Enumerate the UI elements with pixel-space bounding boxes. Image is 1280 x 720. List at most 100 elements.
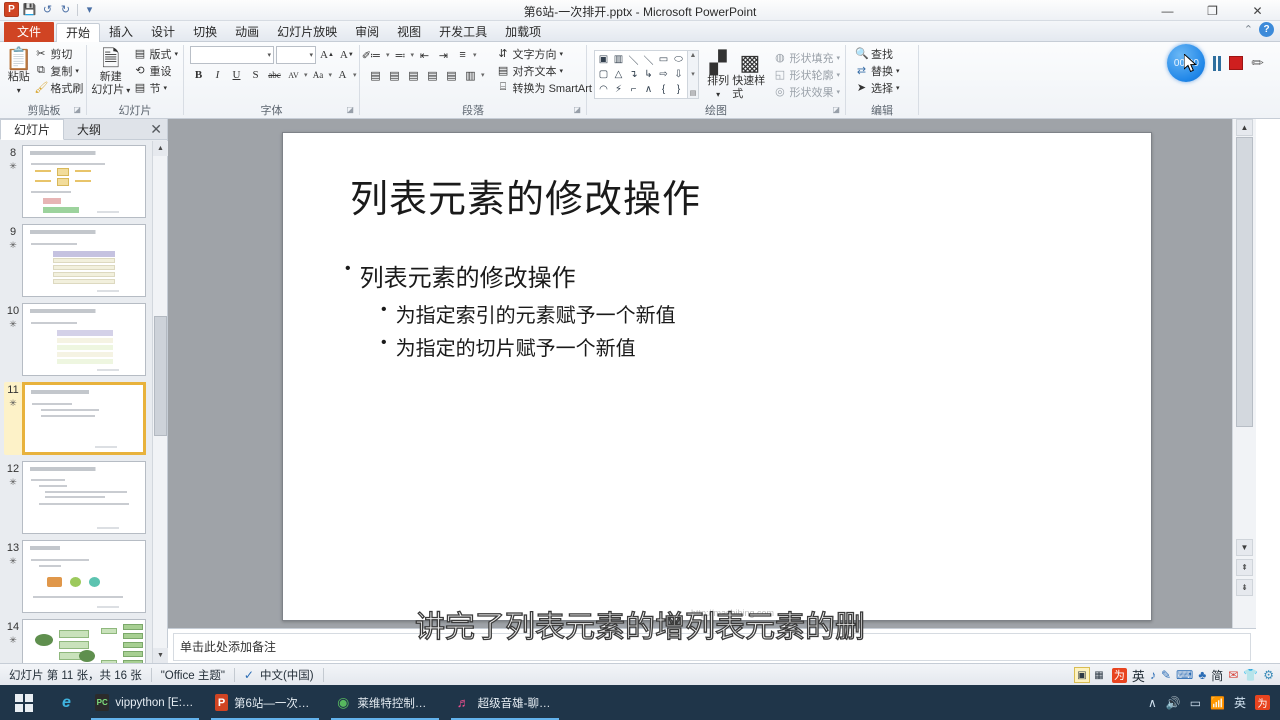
tab-addins[interactable]: 加载项 [496, 22, 550, 42]
shape-item[interactable]: ◠ [596, 82, 611, 97]
align-right-button[interactable]: ▤ [405, 67, 422, 84]
list-item[interactable]: 10 ✳ [4, 303, 153, 376]
collapse-ribbon-icon[interactable]: ⌃ [1244, 23, 1253, 36]
next-slide-button[interactable]: ⇟ [1236, 579, 1253, 596]
previous-slide-button[interactable]: ⇞ [1236, 559, 1253, 576]
list-item[interactable]: 12 ✳ [4, 461, 153, 534]
taskbar-item-leivite[interactable]: ◉ 莱维特控制中心 [325, 685, 445, 720]
reset-button[interactable]: ⟲ 重设 [131, 62, 180, 79]
shape-item[interactable]: ∧ [641, 82, 656, 97]
font-color-button[interactable]: A [334, 67, 351, 84]
numbering-arrow[interactable]: ▾ [411, 51, 415, 59]
shape-item[interactable]: ▣ [596, 52, 611, 67]
shape-item[interactable]: ▭ [656, 52, 671, 67]
underline-button[interactable]: U [228, 67, 245, 84]
canvas-scrollbar[interactable]: ▲ ▼ ⇞ ⇟ [1232, 119, 1256, 628]
thumbnail-scroll-thumb[interactable] [154, 316, 167, 436]
ime-keyboard-icon[interactable]: ⌨ [1176, 668, 1193, 682]
shape-item[interactable]: ▢ [596, 67, 611, 82]
canvas-scroll-down-icon[interactable]: ▼ [1236, 539, 1253, 556]
bullets-arrow[interactable]: ▾ [386, 51, 390, 59]
paste-dropdown-arrow[interactable]: ▾ [17, 84, 21, 97]
slide-body[interactable]: • 列表元素的修改操作 • 为指定索引的元素赋予一个新值 • 为指定的切片赋予一… [345, 258, 1105, 365]
shapes-gallery-more-icon[interactable]: ▤ [690, 89, 697, 97]
view-normal-button[interactable]: ▣ [1073, 667, 1090, 683]
shape-item[interactable]: ⚡ [611, 82, 626, 97]
strikethrough-button[interactable]: abc [266, 67, 283, 84]
drawing-dialog-launcher-icon[interactable]: ◪ [832, 103, 840, 117]
sogou-ime-logo-icon[interactable]: 为 [1111, 667, 1127, 683]
bold-button[interactable]: B [190, 67, 207, 84]
tray-expand-icon[interactable]: ∧ [1148, 696, 1157, 710]
shapes-gallery-scroll[interactable]: ▲ ▾ ▤ [688, 50, 699, 99]
align-text-button[interactable]: ▤ 对齐文本 ▾ [495, 62, 601, 79]
tab-file[interactable]: 文件 [4, 22, 55, 42]
shrink-font-button[interactable]: A ▼ [338, 47, 356, 64]
slide-thumbnail[interactable] [22, 145, 146, 218]
display-icon[interactable]: ▭ [1190, 696, 1201, 710]
tab-developer[interactable]: 开发工具 [430, 22, 496, 42]
change-case-arrow[interactable]: ▾ [329, 71, 333, 79]
decrease-indent-button[interactable]: ⇤ [416, 47, 433, 64]
tab-view[interactable]: 视图 [388, 22, 430, 42]
shape-outline-arrow[interactable]: ▾ [836, 71, 840, 79]
layout-button[interactable]: ▤ 版式 ▾ [131, 45, 180, 62]
thumbnail-scroll-down-icon[interactable]: ▼ [153, 648, 168, 663]
character-spacing-arrow[interactable]: ▾ [304, 71, 308, 79]
shape-item[interactable]: ↴ [626, 67, 641, 82]
text-shadow-button[interactable]: S [247, 67, 264, 84]
shape-outline-button[interactable]: ◱ 形状轮廓 ▾ [771, 66, 842, 83]
convert-smartart-button[interactable]: ⌸ 转换为 SmartArt ▾ [495, 79, 601, 96]
help-icon[interactable]: ? [1259, 22, 1274, 37]
shape-item[interactable]: ＼ [641, 52, 656, 67]
align-center-button[interactable]: ▤ [386, 67, 403, 84]
italic-button[interactable]: I [209, 67, 226, 84]
columns-button[interactable]: ▥ [462, 67, 479, 84]
taskbar-item-edge[interactable]: e [48, 685, 85, 720]
shape-item[interactable]: ▥ [611, 52, 626, 67]
ime-simplified-label[interactable]: 简 [1211, 667, 1223, 684]
new-slide-dropdown-arrow[interactable]: ▾ [126, 84, 130, 97]
shapes-gallery[interactable]: ▣ ▥ ＼ ＼ ▭ ⬭ ▢ △ ↴ ↳ ⇨ ⇩ ◠ ⚡ ⌐ ∧ {} [594, 50, 688, 99]
recording-pen-icon[interactable]: ✏ [1251, 54, 1264, 72]
volume-icon[interactable]: 🔊 [1166, 696, 1181, 710]
slide-thumbnail[interactable] [22, 303, 146, 376]
shape-item[interactable]: { [656, 82, 671, 97]
ime-skin-icon[interactable]: 👕 [1243, 668, 1258, 682]
increase-indent-button[interactable]: ⇥ [435, 47, 452, 64]
copy-button[interactable]: ⧉ 复制 ▾ [32, 62, 85, 79]
clipboard-dialog-launcher-icon[interactable]: ◪ [73, 103, 81, 117]
ribbon-tabs[interactable]: 文件 开始 插入 设计 切换 动画 幻灯片放映 审阅 视图 开发工具 加载项 [0, 21, 1280, 43]
layout-dropdown-arrow[interactable]: ▾ [174, 50, 178, 58]
network-icon[interactable]: 📶 [1210, 696, 1225, 710]
shapes-scroll-dot-icon[interactable]: ▾ [691, 70, 695, 78]
ime-handwriting-icon[interactable]: ✎ [1161, 668, 1171, 682]
recording-stop-button[interactable] [1229, 56, 1244, 70]
ime-mail-icon[interactable]: ✉ [1228, 668, 1238, 682]
tab-slides-panel[interactable]: 幻灯片 [0, 119, 65, 140]
text-direction-button[interactable]: ⇵ 文字方向 ▾ [495, 45, 601, 62]
recording-pause-button[interactable] [1213, 55, 1222, 71]
taskbar-item-powerpoint[interactable]: P 第6站—一次排开.p... [205, 685, 325, 720]
maximize-button[interactable]: ❐ [1190, 0, 1235, 21]
list-item[interactable]: 8 ✳ [4, 145, 153, 218]
list-item[interactable]: 11 ✳ [4, 382, 153, 455]
find-button[interactable]: 🔍 查找 [853, 45, 902, 62]
thumbnail-scrollbar[interactable]: ▲ ▼ [152, 141, 168, 663]
section-dropdown-arrow[interactable]: ▾ [163, 84, 167, 92]
change-case-button[interactable]: Aa [310, 67, 327, 84]
columns-arrow[interactable]: ▾ [481, 71, 485, 79]
canvas-scroll-up-icon[interactable]: ▲ [1236, 119, 1253, 136]
font-name-dropdown-arrow[interactable]: ▾ [267, 51, 271, 59]
ime-toolbar[interactable]: 为 英 ♪ ✎ ⌨ ♣ 简 ✉ 👕 ⚙ [1108, 666, 1278, 685]
line-spacing-button[interactable]: ≡ [454, 47, 471, 64]
copy-dropdown-arrow[interactable]: ▾ [75, 67, 79, 75]
font-size-dropdown-arrow[interactable]: ▾ [309, 51, 313, 59]
tray-sogou-icon[interactable]: 为 [1255, 695, 1270, 710]
bullets-button[interactable]: ≔ [367, 47, 384, 64]
tab-transitions[interactable]: 切换 [184, 22, 226, 42]
shape-item[interactable]: } [671, 82, 686, 97]
shape-fill-button[interactable]: ◍ 形状填充 ▾ [771, 49, 842, 66]
tab-slideshow[interactable]: 幻灯片放映 [268, 22, 346, 42]
tab-home[interactable]: 开始 [56, 23, 101, 43]
